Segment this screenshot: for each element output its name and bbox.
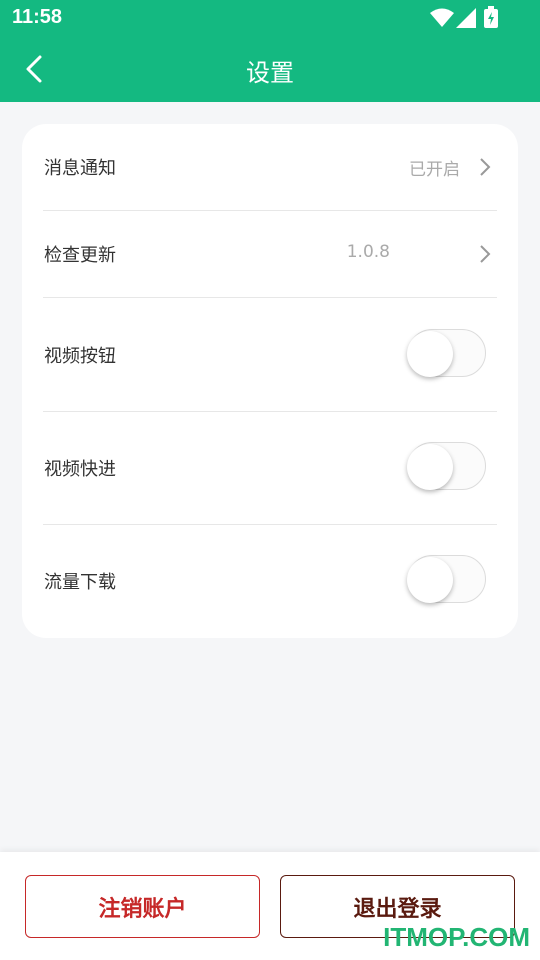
status-bar: 11:58	[0, 0, 540, 36]
page-title: 设置	[246, 59, 294, 87]
settings-row-video-buttons: 视频按钮	[22, 298, 518, 411]
settings-row-cellular-download: 流量下载	[22, 525, 518, 638]
notifications-label: 消息通知	[44, 158, 116, 179]
settings-row-check-update[interactable]: 检查更新 1.0.8	[22, 211, 518, 297]
cellular-download-label: 流量下载	[44, 572, 116, 593]
notifications-status: 已开启	[409, 160, 460, 180]
chevron-right-icon	[480, 245, 491, 263]
video-fast-forward-toggle[interactable]	[407, 442, 486, 490]
wifi-icon	[430, 8, 454, 27]
toggle-knob	[407, 331, 453, 377]
cell-signal-icon	[456, 8, 476, 28]
settings-row-notifications[interactable]: 消息通知 已开启	[22, 124, 518, 210]
chevron-right-icon	[480, 158, 491, 176]
cellular-download-toggle[interactable]	[407, 555, 486, 603]
video-fast-forward-label: 视频快进	[44, 459, 116, 480]
app-bar: 设置	[0, 36, 540, 102]
toggle-knob	[407, 557, 453, 603]
version-value: 1.0.8	[346, 242, 390, 262]
battery-icon	[484, 6, 498, 28]
video-buttons-label: 视频按钮	[44, 346, 116, 367]
cancel-account-button[interactable]: 注销账户	[25, 875, 260, 938]
settings-row-video-fast-forward: 视频快进	[22, 412, 518, 524]
check-update-label: 检查更新	[44, 245, 116, 266]
watermark: ITMOP.COM	[383, 922, 530, 952]
settings-card: 消息通知 已开启 检查更新 1.0.8 视频按钮 视频快进 流量下载	[22, 124, 518, 638]
video-buttons-toggle[interactable]	[407, 329, 486, 377]
toggle-knob	[407, 444, 453, 490]
status-time: 11:58	[12, 6, 63, 28]
